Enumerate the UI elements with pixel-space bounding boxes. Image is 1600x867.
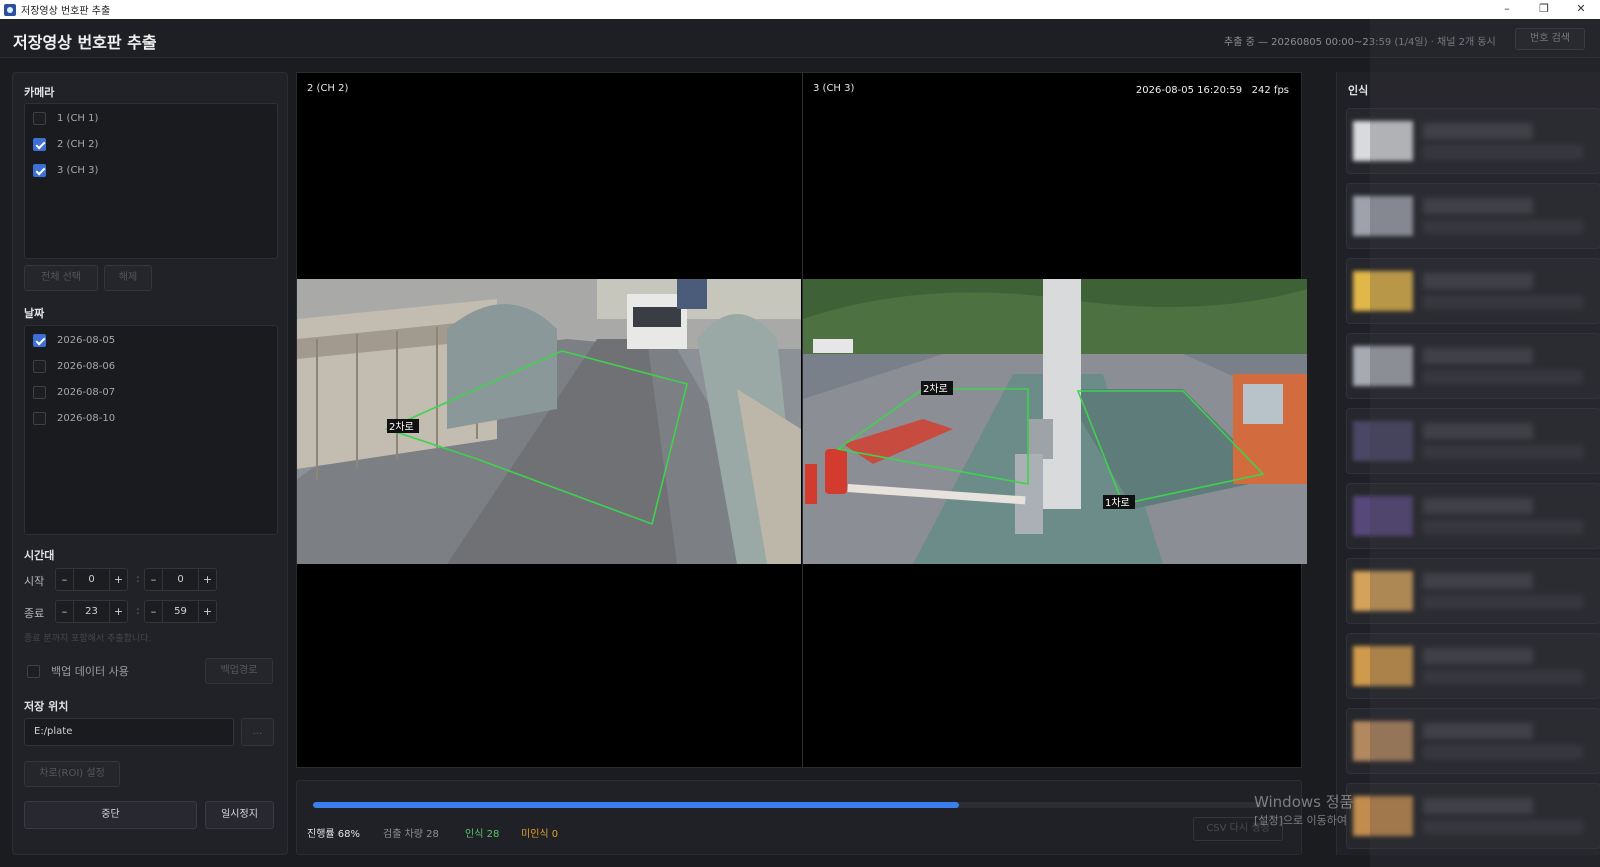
end-minute-stepper[interactable]: –59 +	[144, 600, 217, 623]
checkbox[interactable]	[33, 386, 46, 399]
start-minute-stepper[interactable]: –0 +	[144, 568, 217, 591]
lane-label: 2차로	[923, 383, 948, 395]
windows-activation-hint: [설정]으로 이동하여	[1254, 814, 1348, 827]
save-path-input[interactable]: E:/plate	[24, 718, 234, 746]
stop-button[interactable]: 중단	[24, 801, 197, 829]
progress-label: 진행률 68%	[307, 829, 361, 840]
start-minute-value[interactable]: 0	[162, 569, 199, 590]
camera-frame-ch2: 2차로	[297, 279, 801, 564]
checkbox[interactable]	[33, 360, 46, 373]
progress-fill	[313, 802, 959, 808]
close-button[interactable]: ✕	[1562, 0, 1600, 19]
video-preview-area: 2 (CH 2) 2차로 3 (CH 3) 2026-08-05 16:20:5…	[296, 72, 1307, 768]
end-hour-value[interactable]: 23	[73, 601, 110, 622]
decrement-button[interactable]: –	[56, 601, 73, 622]
end-hour-stepper[interactable]: –23 +	[55, 600, 128, 623]
app-header: 저장영상 번호판 추출 추출 중 — 20260805 00:00~23:59 …	[0, 19, 1600, 58]
time-hint: 종료 분까지 포함해서 추출합니다.	[24, 634, 152, 644]
end-time-label: 종료	[24, 607, 45, 620]
camera-item[interactable]: 3 (CH 3)	[33, 164, 98, 177]
page-title: 저장영상 번호판 추출	[13, 33, 157, 52]
date-item[interactable]: 2026-08-07	[33, 386, 115, 399]
start-hour-stepper[interactable]: –0 +	[55, 568, 128, 591]
checkbox-checked[interactable]	[33, 138, 46, 151]
backup-data-checkbox[interactable]: 백업 데이터 사용	[27, 663, 129, 679]
browse-button[interactable]: ...	[241, 718, 274, 746]
windows-activation-watermark: Windows 정품	[1254, 793, 1354, 811]
camera-label: 2 (CH 2)	[307, 83, 349, 94]
start-time-label: 시작	[24, 575, 45, 588]
checkbox[interactable]	[33, 412, 46, 425]
camera-item[interactable]: 1 (CH 1)	[33, 112, 98, 125]
date-item[interactable]: 2026-08-05	[33, 334, 115, 347]
decrement-button[interactable]: –	[145, 569, 162, 590]
backup-path-button[interactable]: 백업경로	[205, 658, 273, 684]
detected-vehicles-stat: 검출 차량 28	[383, 829, 439, 840]
date-item[interactable]: 2026-08-10	[33, 412, 115, 425]
privacy-blur-overlay	[1370, 19, 1600, 867]
app-icon	[4, 3, 16, 16]
date-list: 2026-08-05 2026-08-06 2026-08-07 2026-08…	[24, 325, 278, 535]
video-pane-ch2: 2 (CH 2) 2차로	[297, 73, 802, 767]
increment-button[interactable]: +	[110, 569, 127, 590]
recognized-stat: 인식 28	[465, 829, 500, 840]
end-minute-value[interactable]: 59	[162, 601, 199, 622]
checkbox[interactable]	[33, 112, 46, 125]
increment-button[interactable]: +	[199, 601, 216, 622]
progress-bar	[313, 802, 1263, 808]
date-item[interactable]: 2026-08-06	[33, 360, 115, 373]
select-all-button[interactable]: 전체 선택	[24, 265, 98, 291]
frame-timestamp: 2026-08-05 16:20:59 242 fps	[1135, 85, 1289, 96]
time-colon: :	[136, 604, 140, 617]
unrecognized-stat: 미인식 0	[521, 829, 559, 840]
date-section-title: 날짜	[24, 307, 45, 320]
video-pane-ch3: 3 (CH 3) 2026-08-05 16:20:59 242 fps 2차로…	[803, 73, 1307, 767]
recognized-list-title: 인식	[1348, 84, 1369, 97]
minimize-button[interactable]: –	[1488, 0, 1526, 19]
time-colon: :	[136, 572, 140, 585]
lane-label: 1차로	[1105, 497, 1130, 509]
start-hour-value[interactable]: 0	[73, 569, 110, 590]
time-section-title: 시간대	[24, 549, 55, 562]
checkbox[interactable]	[27, 664, 40, 678]
increment-button[interactable]: +	[110, 601, 127, 622]
lane-label: 2차로	[389, 421, 414, 433]
extraction-status-bar: 진행률 68% 검출 차량 28 인식 28 미인식 0 CSV 다시 생성	[296, 780, 1302, 855]
decrement-button[interactable]: –	[145, 601, 162, 622]
checkbox-checked[interactable]	[33, 334, 46, 347]
camera-frame-ch3: 2차로 1차로	[803, 279, 1307, 564]
camera-item[interactable]: 2 (CH 2)	[33, 138, 98, 151]
camera-list: 1 (CH 1) 2 (CH 2) 3 (CH 3)	[24, 103, 278, 259]
deselect-button[interactable]: 해제	[104, 265, 152, 291]
window-title-bar: 저장영상 번호판 추출 – ❐ ✕	[0, 0, 1600, 19]
pause-button[interactable]: 일시정지	[205, 801, 274, 829]
checkbox-checked[interactable]	[33, 164, 46, 177]
camera-section-title: 카메라	[24, 86, 55, 99]
settings-panel: 카메라 1 (CH 1) 2 (CH 2) 3 (CH 3) 전체 선택 해제 …	[12, 72, 288, 855]
restore-button[interactable]: ❐	[1525, 0, 1563, 19]
decrement-button[interactable]: –	[56, 569, 73, 590]
roi-settings-button[interactable]: 차로(ROI) 설정	[24, 761, 120, 787]
camera-label: 3 (CH 3)	[813, 83, 855, 94]
save-location-title: 저장 위치	[24, 700, 69, 713]
increment-button[interactable]: +	[199, 569, 216, 590]
window-title: 저장영상 번호판 추출	[21, 6, 111, 17]
